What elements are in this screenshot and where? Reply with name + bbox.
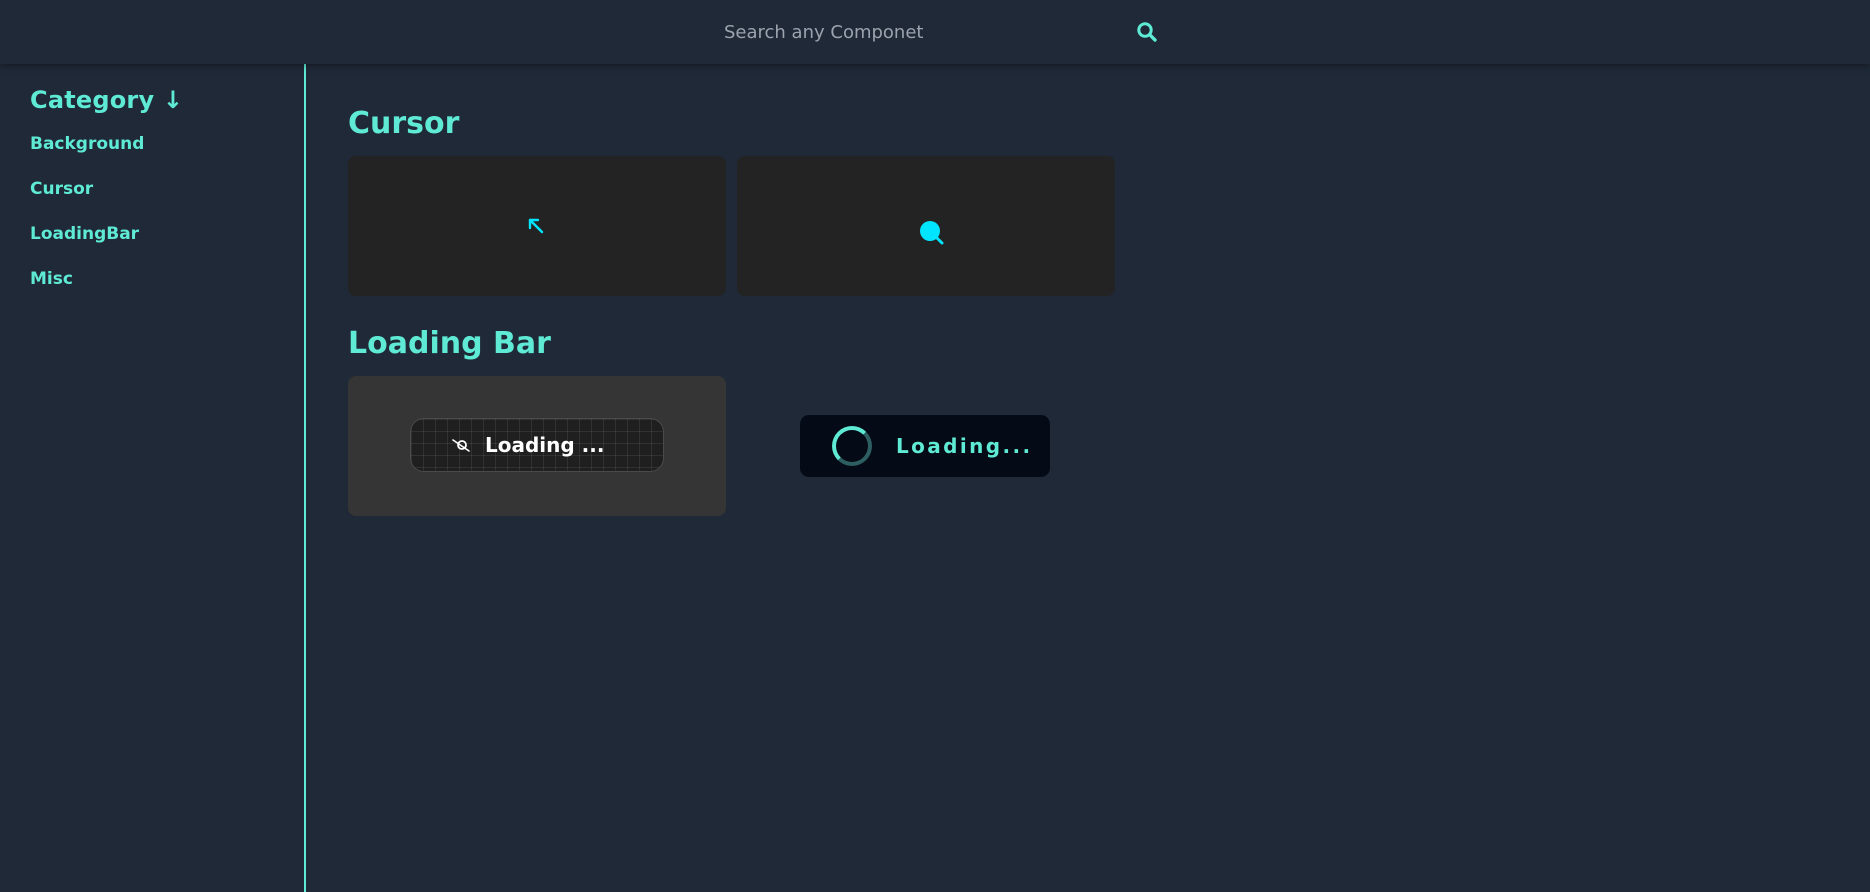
main-content: Cursor Loading Bar Loading ... Loading..… [348, 64, 1848, 892]
section-title-cursor: Cursor [348, 106, 460, 141]
magnifier-cursor-icon [920, 221, 944, 245]
search-button[interactable] [1134, 20, 1160, 46]
loading-bar-grid: Loading ... [410, 418, 664, 472]
cursor-card-magnifier[interactable] [737, 156, 1115, 296]
loading-card-grid[interactable]: Loading ... [348, 376, 726, 516]
sidebar-item-cursor[interactable]: Cursor [30, 177, 274, 222]
search-input[interactable] [710, 12, 1130, 52]
arrow-cursor-icon [528, 218, 544, 234]
loading-label: Loading ... [485, 433, 605, 457]
sidebar-item-misc[interactable]: Misc [30, 267, 274, 312]
loading-bar-spinner[interactable]: Loading... [800, 415, 1050, 477]
orbit-icon [452, 439, 470, 452]
section-title-loading-bar: Loading Bar [348, 326, 551, 361]
sidebar-item-background[interactable]: Background [30, 132, 274, 177]
search-icon [1137, 21, 1157, 42]
category-title[interactable]: Category ↓ [30, 86, 274, 114]
cursor-card-arrow[interactable] [348, 156, 726, 296]
spinner-icon [832, 426, 872, 466]
loading-label: Loading... [896, 434, 1033, 458]
sidebar: Category ↓ Background Cursor LoadingBar … [0, 64, 306, 892]
top-bar [0, 0, 1870, 64]
search-bar [710, 12, 1160, 52]
sidebar-item-loadingbar[interactable]: LoadingBar [30, 222, 274, 267]
